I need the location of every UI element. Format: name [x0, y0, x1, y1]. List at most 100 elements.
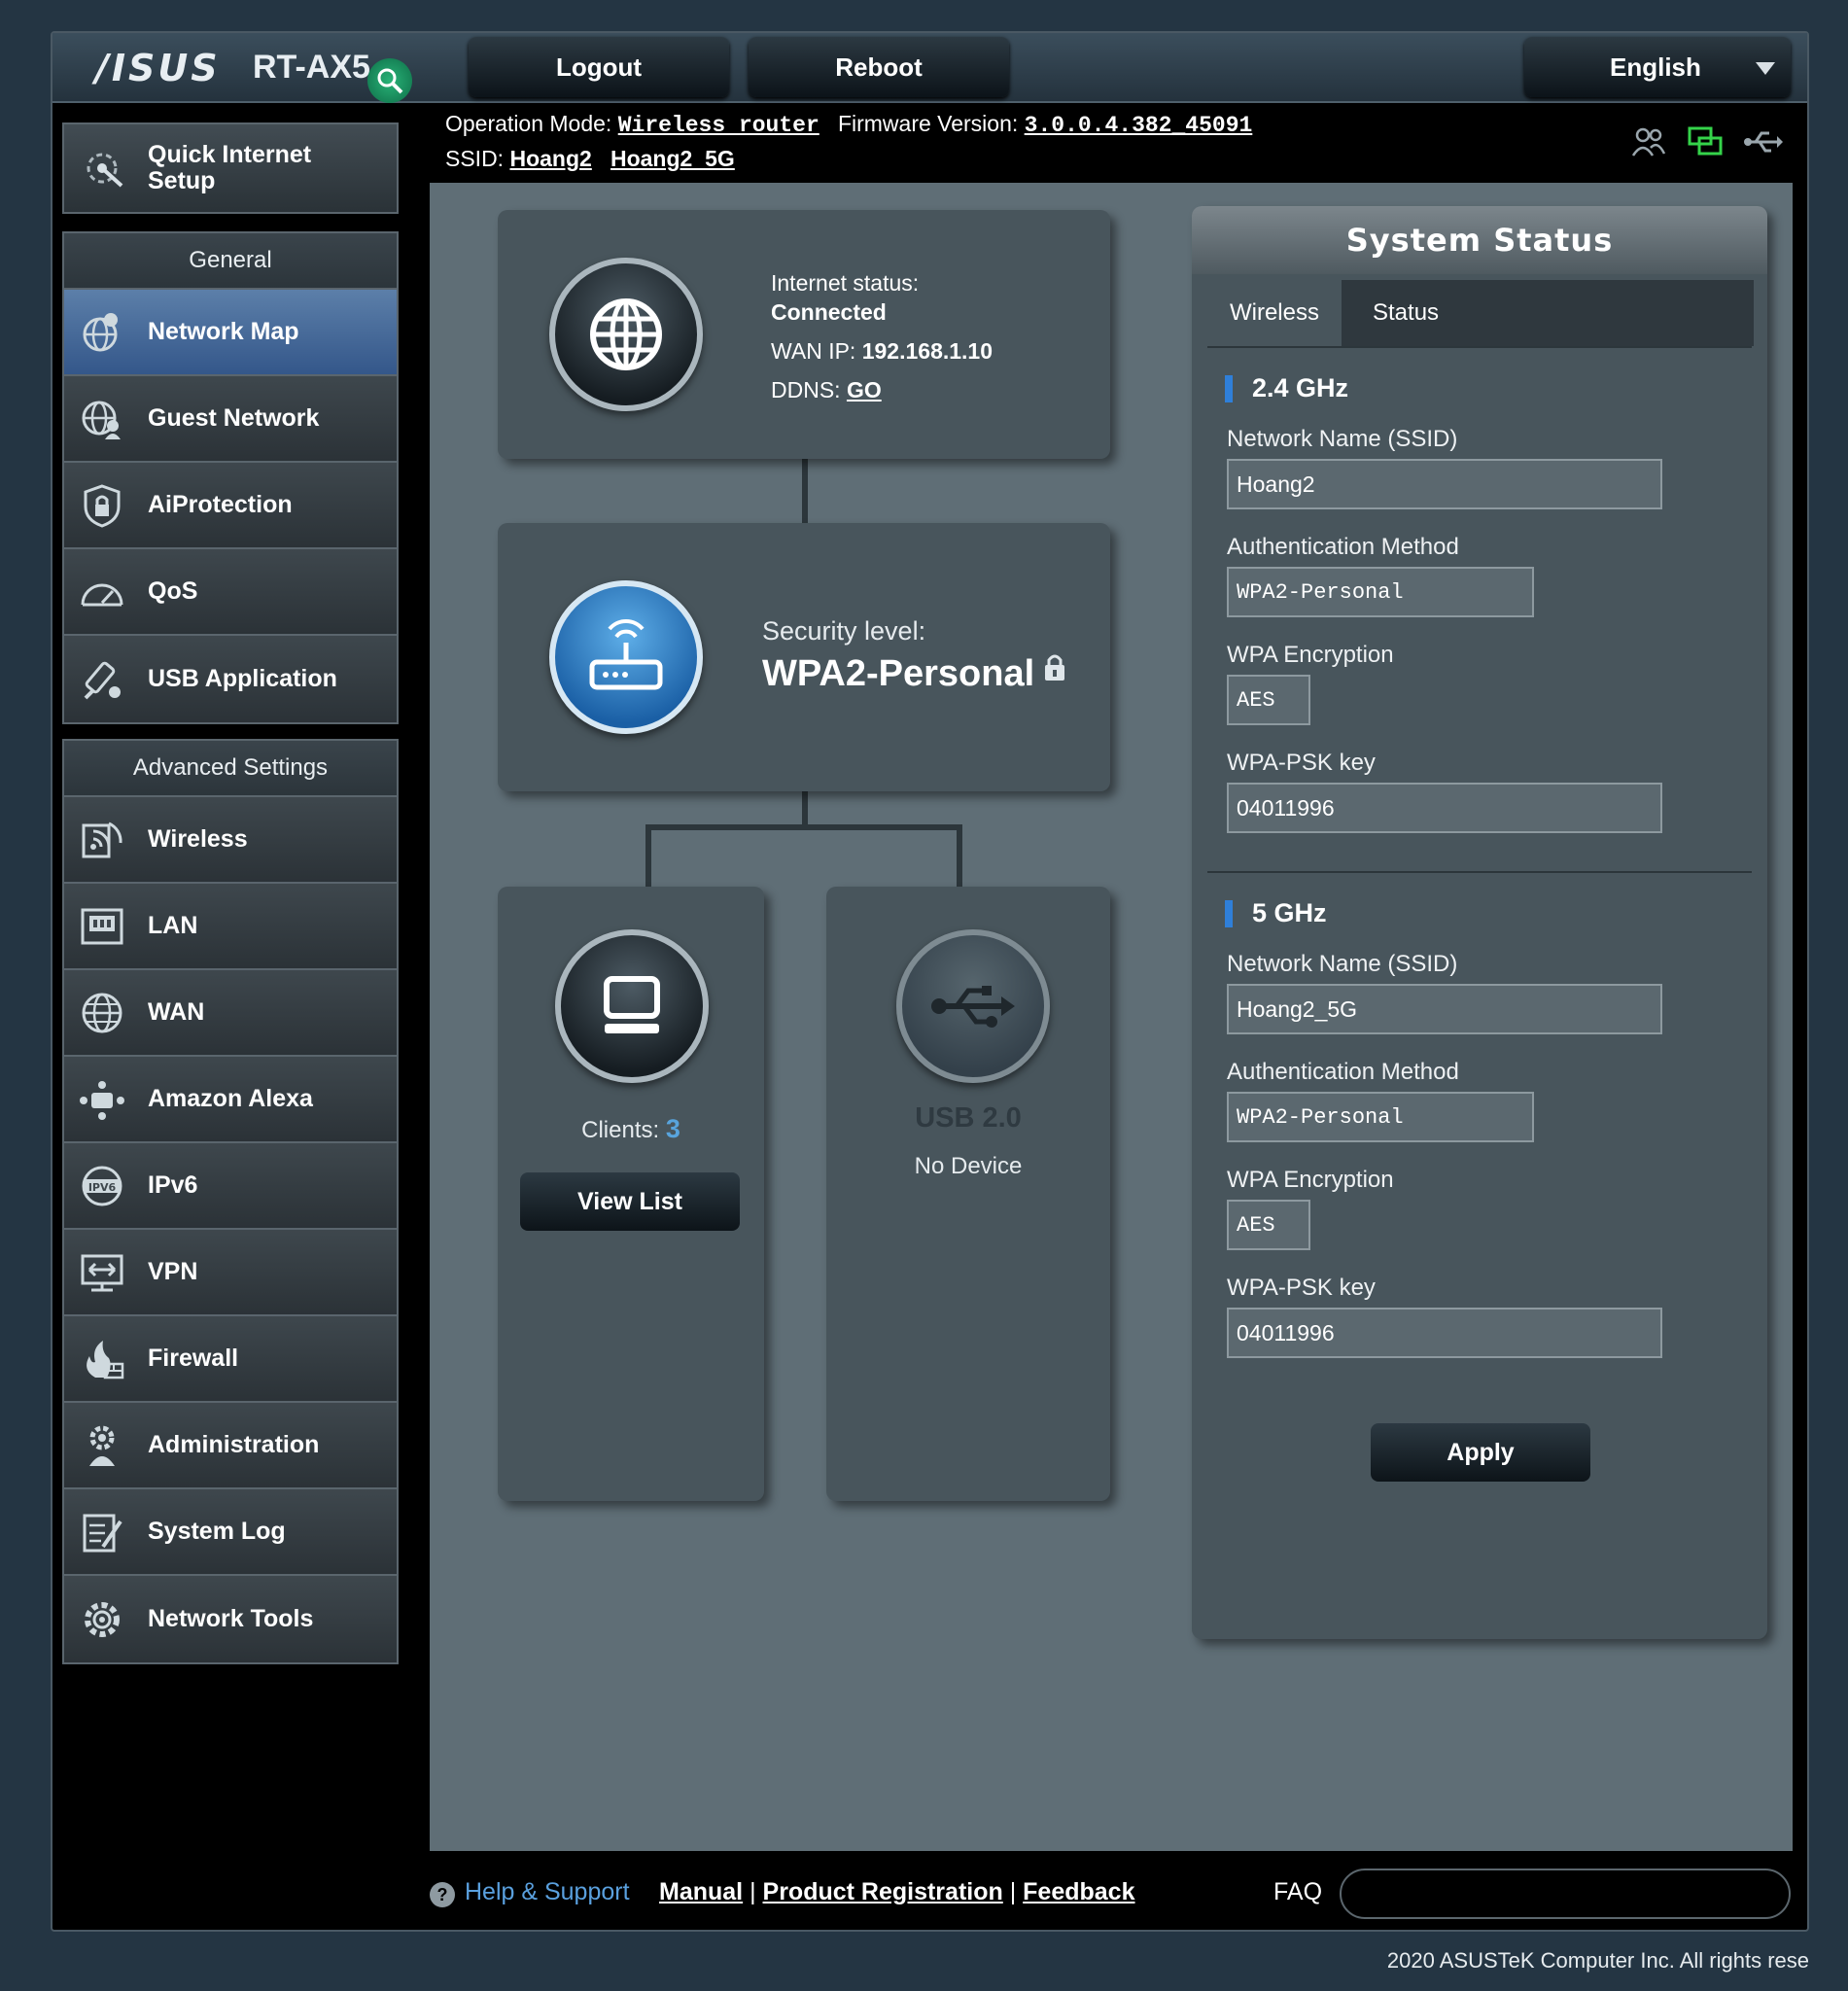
security-level-value: WPA2-Personal: [762, 653, 1035, 694]
operation-mode-label: Operation Mode:: [445, 111, 612, 136]
globe-icon[interactable]: [549, 258, 703, 411]
ssid-field[interactable]: Hoang2: [1227, 459, 1662, 509]
clients-status-icon[interactable]: [1631, 126, 1666, 162]
sidebar-item-network-map[interactable]: Network Map: [64, 290, 397, 376]
help-icon: ?: [430, 1882, 455, 1907]
internet-status-label: Internet status:: [771, 270, 920, 296]
psk-key-field[interactable]: 04011996: [1227, 783, 1662, 833]
sidebar-item-label: VPN: [148, 1258, 198, 1285]
security-level-label: Security level:: [762, 616, 926, 646]
quick-setup-line2: Setup: [148, 167, 216, 194]
feedback-link[interactable]: Feedback: [1023, 1878, 1134, 1905]
ssid-label: Network Name (SSID): [1227, 951, 1458, 977]
usb-port-label: USB 2.0: [915, 1102, 1022, 1134]
language-select[interactable]: English: [1524, 37, 1791, 97]
ssid-link-5[interactable]: Hoang2_5G: [610, 146, 735, 171]
view-list-button[interactable]: View List: [520, 1172, 740, 1231]
admin-icon: [78, 1421, 126, 1470]
band-title-text: 5 GHz: [1252, 898, 1327, 927]
firmware-label: Firmware Version:: [837, 111, 1019, 136]
reboot-button[interactable]: Reboot: [749, 37, 1009, 97]
model-name: RT-AX5: [253, 49, 370, 86]
encryption-select[interactable]: AES: [1227, 1200, 1310, 1250]
copyright-text: 2020 ASUSTeK Computer Inc. All rights re…: [1386, 1948, 1809, 1973]
sidebar-item-network-tools[interactable]: Network Tools: [64, 1576, 397, 1662]
sidebar-item-label: Guest Network: [148, 404, 320, 432]
svg-text:IPV6: IPV6: [88, 1181, 117, 1194]
ddns-label: DDNS:: [771, 377, 841, 402]
alexa-icon: [78, 1075, 126, 1124]
sidebar-item-label: WAN: [148, 998, 205, 1026]
auth-label: Authentication Method: [1227, 1059, 1459, 1085]
usb-status-icon[interactable]: [1744, 126, 1783, 162]
sidebar-item-wireless[interactable]: Wireless: [64, 797, 397, 884]
faq-search-input[interactable]: [1340, 1869, 1791, 1919]
ssid-field[interactable]: Hoang2_5G: [1227, 984, 1662, 1034]
sidebar-item-label: System Log: [148, 1518, 286, 1545]
quick-internet-setup[interactable]: Quick Internet Setup: [62, 122, 399, 214]
encryption-label: WPA Encryption: [1227, 1167, 1394, 1193]
router-icon[interactable]: [549, 580, 703, 734]
sidebar-item-qos[interactable]: QoS: [64, 549, 397, 636]
sidebar-item-ipv6[interactable]: IPV6 IPv6: [64, 1143, 397, 1230]
system-status-title: System Status: [1192, 206, 1767, 274]
ssid-link-24[interactable]: Hoang2: [509, 146, 591, 171]
psk-label: WPA-PSK key: [1227, 750, 1376, 776]
operation-mode-link[interactable]: Wireless router: [618, 113, 819, 138]
band-title: 2.4 GHz: [1224, 373, 1349, 403]
general-title: General: [64, 233, 397, 290]
help-support-link[interactable]: Help & Support: [465, 1878, 630, 1906]
status-icons: [1631, 126, 1783, 162]
advanced-menu: Advanced Settings Wireless LAN WAN Amazo…: [62, 739, 399, 1664]
internet-status-info: Internet status: Connected WAN IP: 192.1…: [771, 268, 993, 404]
ddns-go-link[interactable]: GO: [847, 377, 882, 402]
lan-icon: [78, 902, 126, 951]
internet-status-value: Connected: [771, 299, 887, 325]
sidebar-item-vpn[interactable]: VPN: [64, 1230, 397, 1316]
sidebar-item-amazon-alexa[interactable]: Amazon Alexa: [64, 1057, 397, 1143]
chevron-down-icon: [1756, 62, 1775, 75]
operation-info: Operation Mode: Wireless router Firmware…: [445, 111, 1252, 138]
sidebar-item-label: QoS: [148, 577, 198, 605]
band-title-text: 2.4 GHz: [1252, 373, 1349, 402]
tab-wireless[interactable]: Wireless: [1207, 280, 1342, 346]
computer-icon[interactable]: [555, 929, 709, 1083]
psk-key-field[interactable]: 04011996: [1227, 1308, 1662, 1358]
wand-icon: [80, 144, 128, 192]
product-registration-link[interactable]: Product Registration: [763, 1878, 1003, 1905]
sidebar-item-wan[interactable]: WAN: [64, 970, 397, 1057]
encryption-select[interactable]: AES: [1227, 675, 1310, 725]
search-icon[interactable]: [367, 58, 412, 103]
tab-status[interactable]: Status: [1342, 280, 1754, 346]
band-5ghz-section: 5 GHz Network Name (SSID) Hoang2_5G Auth…: [1207, 871, 1752, 1396]
sidebar-item-lan[interactable]: LAN: [64, 884, 397, 970]
faq-label: FAQ: [1273, 1878, 1323, 1905]
ssid-label: Network Name (SSID): [1227, 426, 1458, 452]
sidebar-item-guest-network[interactable]: Guest Network: [64, 376, 397, 463]
sidebar-item-usb-application[interactable]: USB Application: [64, 636, 397, 722]
clients-count: 3: [665, 1114, 680, 1143]
sidebar-item-system-log[interactable]: System Log: [64, 1489, 397, 1576]
sidebar-item-administration[interactable]: Administration: [64, 1403, 397, 1489]
sidebar-item-firewall[interactable]: Firewall: [64, 1316, 397, 1403]
firmware-link[interactable]: 3.0.0.4.382_45091: [1025, 113, 1253, 138]
logout-button[interactable]: Logout: [469, 37, 729, 97]
connector-line: [802, 459, 808, 523]
ssid-info: SSID: Hoang2 Hoang2_5G: [445, 146, 735, 172]
wan-ip-label: WAN IP:: [771, 338, 856, 364]
sidebar-item-label: Amazon Alexa: [148, 1085, 313, 1112]
manual-link[interactable]: Manual: [659, 1878, 743, 1905]
auth-method-select[interactable]: WPA2-Personal: [1227, 567, 1534, 617]
apply-button[interactable]: Apply: [1371, 1423, 1590, 1482]
system-log-icon: [78, 1508, 126, 1556]
sidebar-item-aiprotection[interactable]: AiProtection: [64, 463, 397, 549]
vpn-icon: [78, 1248, 126, 1297]
connector-line: [645, 824, 962, 830]
network-status-icon[interactable]: [1688, 126, 1723, 162]
band-24ghz-section: 2.4 GHz Network Name (SSID) Hoang2 Authe…: [1207, 346, 1752, 863]
network-map-icon: [78, 308, 126, 357]
encryption-label: WPA Encryption: [1227, 642, 1394, 668]
lock-icon: [1042, 651, 1067, 687]
auth-method-select[interactable]: WPA2-Personal: [1227, 1092, 1534, 1142]
usb-icon[interactable]: [896, 929, 1050, 1083]
